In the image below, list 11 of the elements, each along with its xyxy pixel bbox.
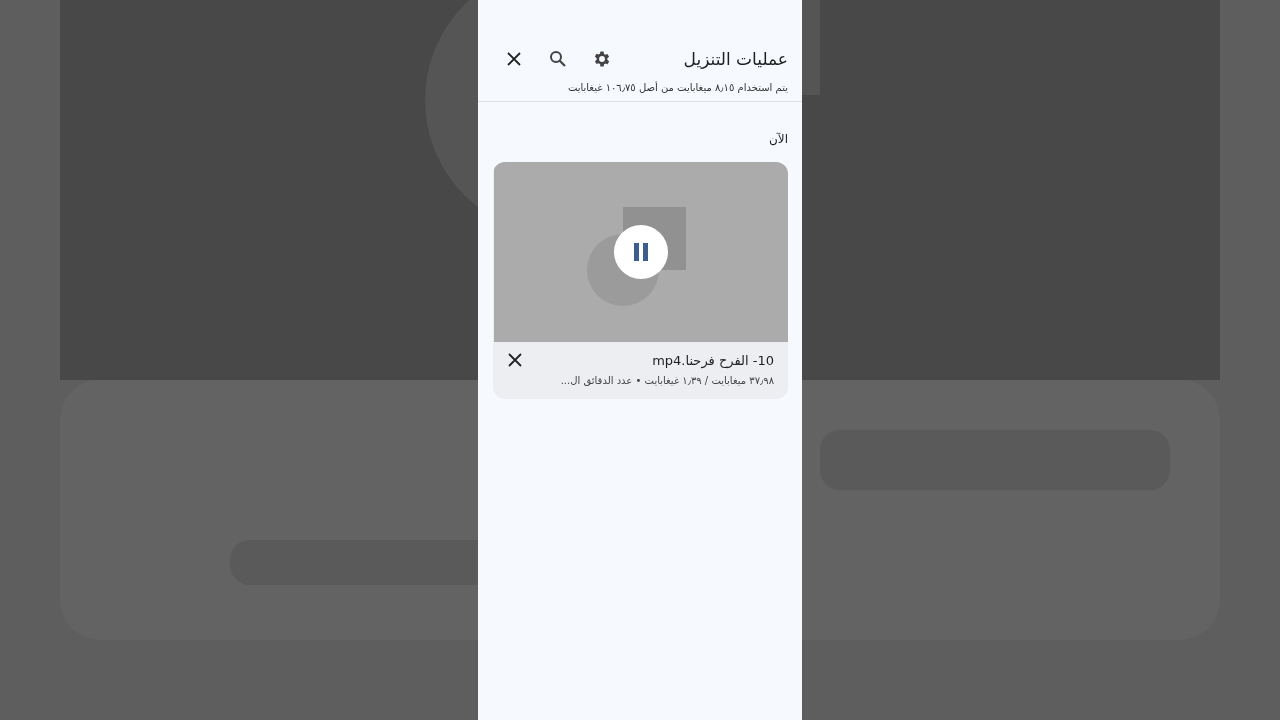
page-title: عمليات التنزيل	[682, 49, 788, 69]
file-name: 10- الفرح فرحنا.mp4	[651, 352, 774, 368]
download-details: ٣٧٫٩٨ ميغابايت / ١٫٣٩ غيغابايت • عدد الدقائق ال...	[559, 375, 774, 386]
pause-icon	[632, 243, 649, 261]
settings-icon	[592, 49, 612, 69]
close-icon	[507, 52, 521, 66]
close-icon	[508, 353, 522, 367]
storage-usage: يتم استخدام ٨٫١٥ ميغابايت من أصل ١٠٦٫٧٥ غيغابايت	[478, 74, 802, 102]
search-icon	[549, 50, 567, 68]
cancel-button[interactable]	[507, 352, 523, 368]
section-heading: الآن	[768, 131, 789, 148]
